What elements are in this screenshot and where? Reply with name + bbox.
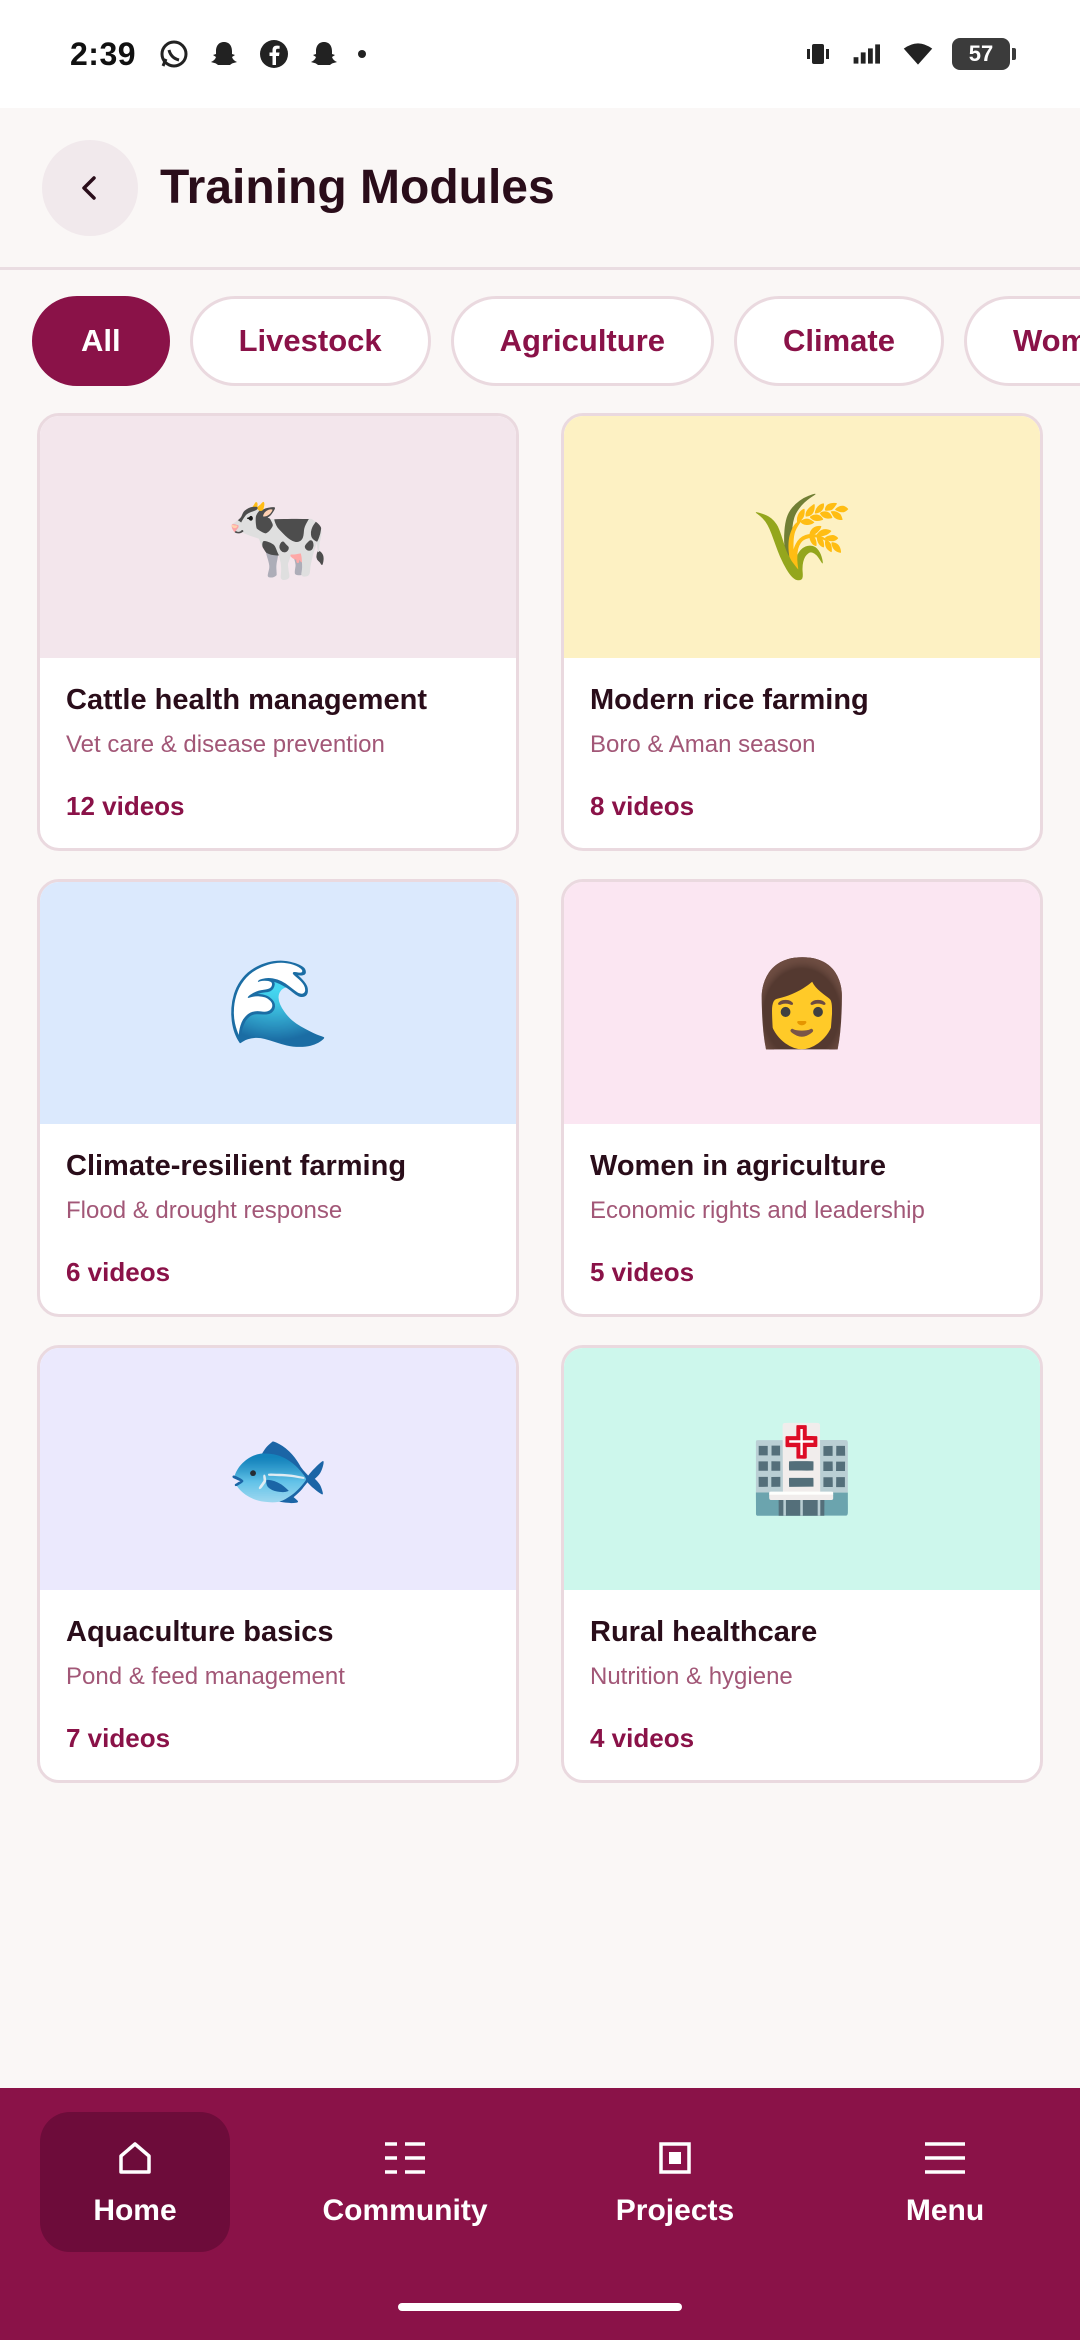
module-subtitle: Vet care & disease prevention xyxy=(66,731,385,758)
snapchat-icon xyxy=(308,38,340,70)
vibrate-icon xyxy=(802,38,834,70)
battery-icon: 57 xyxy=(952,38,1016,70)
more-notifications-dot xyxy=(358,50,367,58)
module-title: Cattle health management xyxy=(66,684,427,716)
module-card[interactable]: 🌾 Modern rice farming Boro & Aman season… xyxy=(561,413,1043,851)
filter-chip-all[interactable]: All xyxy=(32,296,170,386)
nav-label: Menu xyxy=(905,2194,985,2227)
module-subtitle: Economic rights and leadership xyxy=(590,1197,925,1224)
module-video-count: 5 videos xyxy=(590,1257,695,1287)
nav-label: Community xyxy=(322,2194,488,2227)
back-button[interactable] xyxy=(42,139,138,236)
nav-label: Home xyxy=(93,2194,177,2227)
home-indicator[interactable] xyxy=(398,2303,682,2311)
status-time: 2:39 xyxy=(70,35,137,72)
module-thumbnail: 🏥 xyxy=(564,1348,1040,1590)
hospital-icon: 🏥 xyxy=(749,1422,855,1516)
module-video-count: 8 videos xyxy=(590,791,695,821)
module-video-count: 12 videos xyxy=(66,791,185,821)
wave-icon: 🌊 xyxy=(225,956,331,1050)
module-title: Rural healthcare xyxy=(590,1616,818,1648)
rice-icon: 🌾 xyxy=(749,490,855,584)
signal-icon xyxy=(852,38,884,70)
module-video-count: 6 videos xyxy=(66,1257,171,1287)
filter-chip-climate[interactable]: Climate xyxy=(734,296,944,386)
module-thumbnail: 🌊 xyxy=(40,882,516,1124)
filter-chip-women[interactable]: Wom xyxy=(963,296,1080,386)
module-title: Aquaculture basics xyxy=(66,1616,334,1648)
module-title: Modern rice farming xyxy=(590,684,869,716)
page-title: Training Modules xyxy=(160,161,555,214)
module-thumbnail: 🐄 xyxy=(40,416,516,658)
module-thumbnail: 🐟 xyxy=(40,1348,516,1590)
snapchat-icon xyxy=(208,38,240,70)
notification-icons xyxy=(158,38,367,70)
module-card[interactable]: 🐟 Aquaculture basics Pond & feed managem… xyxy=(37,1345,519,1783)
nav-menu[interactable]: Menu xyxy=(850,2112,1040,2252)
nav-home[interactable]: Home xyxy=(40,2112,230,2252)
module-subtitle: Boro & Aman season xyxy=(590,731,816,758)
whatsapp-icon xyxy=(158,38,190,70)
filter-chip-agriculture[interactable]: Agriculture xyxy=(450,296,714,386)
category-filter-bar: All Livestock Agriculture Climate Wom xyxy=(32,296,1080,388)
app-header: Training Modules xyxy=(0,108,1080,270)
module-video-count: 4 videos xyxy=(590,1723,695,1753)
woman-icon: 👩 xyxy=(749,956,855,1050)
module-subtitle: Flood & drought response xyxy=(66,1197,343,1224)
module-card[interactable]: 🏥 Rural healthcare Nutrition & hygiene 4… xyxy=(561,1345,1043,1783)
module-subtitle: Pond & feed management xyxy=(66,1663,345,1690)
chevron-left-icon xyxy=(82,175,96,200)
module-video-count: 7 videos xyxy=(66,1723,171,1753)
module-card[interactable]: 🌊 Climate-resilient farming Flood & drou… xyxy=(37,879,519,1317)
module-title: Women in agriculture xyxy=(590,1150,886,1182)
system-icons: 57 xyxy=(802,38,1016,70)
module-card[interactable]: 🐄 Cattle health management Vet care & di… xyxy=(37,413,519,851)
menu-icon xyxy=(923,2136,967,2180)
status-bar: 2:39 57 xyxy=(0,0,1080,108)
nav-community[interactable]: Community xyxy=(310,2112,500,2252)
module-title: Climate-resilient farming xyxy=(66,1150,407,1182)
module-thumbnail: 👩 xyxy=(564,882,1040,1124)
nav-projects[interactable]: Projects xyxy=(580,2112,770,2252)
nav-label: Projects xyxy=(615,2194,735,2227)
module-grid: 🐄 Cattle health management Vet care & di… xyxy=(37,413,1043,1783)
module-card[interactable]: 👩 Women in agriculture Economic rights a… xyxy=(561,879,1043,1317)
facebook-icon xyxy=(258,38,290,70)
list-icon xyxy=(383,2136,427,2180)
home-icon xyxy=(113,2136,157,2180)
filter-chip-livestock[interactable]: Livestock xyxy=(189,296,431,386)
square-icon xyxy=(653,2136,697,2180)
module-thumbnail: 🌾 xyxy=(564,416,1040,658)
fish-icon: 🐟 xyxy=(225,1422,331,1516)
cow-icon: 🐄 xyxy=(225,490,331,584)
wifi-icon xyxy=(902,38,934,70)
module-subtitle: Nutrition & hygiene xyxy=(590,1663,793,1690)
